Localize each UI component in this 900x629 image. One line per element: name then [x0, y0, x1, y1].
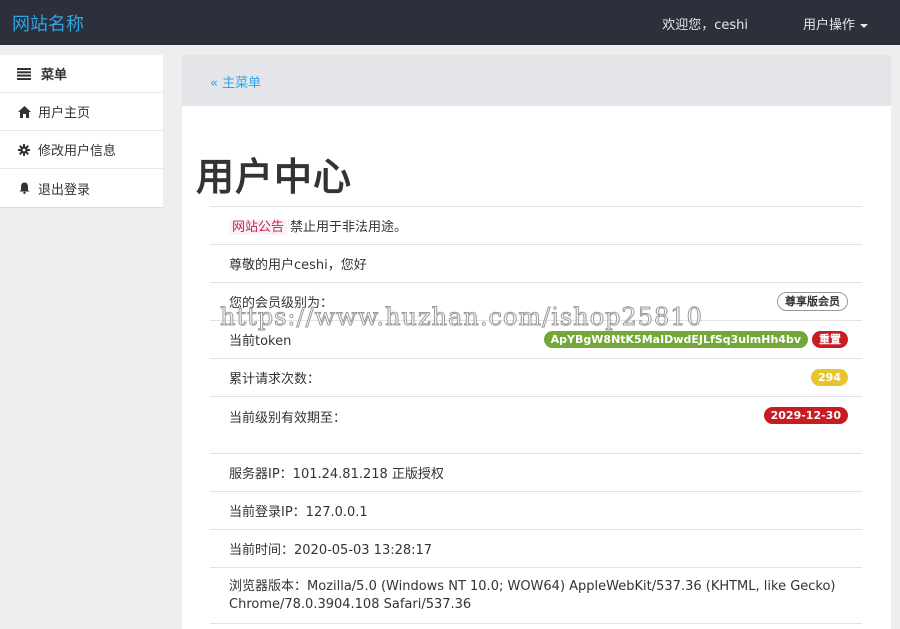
sidebar-item-logout[interactable]: 退出登录 [0, 169, 163, 207]
user-info-list: 网站公告 禁止用于非法用途。 尊敬的用户ceshi，您好 您的会员级别为： 尊享版… [210, 206, 862, 624]
token-row: 当前token ApYBgW8NtK5MaIDwdEJLfSq3ulmHh4bv… [210, 321, 862, 359]
page-title: 用户中心 [196, 155, 353, 199]
level-badge: 尊享版会员 [777, 292, 848, 311]
breadcrumb: « 主菜单 [182, 55, 891, 106]
login-ip-text: 当前登录IP：127.0.0.1 [229, 505, 368, 520]
browser-text-line2: Chrome/78.0.3904.108 Safari/537.36 [229, 596, 472, 612]
breadcrumb-main-menu-link[interactable]: « 主菜单 [210, 72, 261, 91]
current-time-text: 当前时间：2020-05-03 13:28:17 [229, 543, 433, 558]
requests-row: 累计请求次数： 294 [210, 359, 862, 397]
sidebar: 菜单 用户主页 修改用户信息 退出登录 [0, 55, 163, 208]
server-ip-text: 服务器IP：101.24.81.218 正版授权 [229, 467, 444, 482]
gear-icon [17, 143, 31, 157]
token-label: 当前token [229, 334, 292, 349]
user-actions-label: 用户操作 [802, 18, 855, 33]
menu-icon [17, 67, 31, 81]
server-ip-row: 服务器IP：101.24.81.218 正版授权 [210, 454, 862, 492]
login-ip-row: 当前登录IP：127.0.0.1 [210, 492, 862, 530]
browser-row: 浏览器版本：Mozilla/5.0 (Windows NT 10.0; WOW6… [210, 568, 862, 624]
sidebar-item-label: 用户主页 [38, 106, 91, 121]
sidebar-item-label: 修改用户信息 [38, 144, 117, 159]
expiry-badge: 2029-12-30 [763, 407, 848, 424]
notice-text: 禁止用于非法用途。 [290, 220, 408, 235]
sidebar-item-label: 退出登录 [38, 182, 91, 198]
notice-row: 网站公告 禁止用于非法用途。 [210, 207, 862, 245]
token-reset-button[interactable]: 重置 [812, 331, 848, 348]
level-label: 您的会员级别为： [229, 296, 334, 311]
token-badge: ApYBgW8NtK5MaIDwdEJLfSq3ulmHh4bv [543, 331, 808, 348]
sidebar-header: 菜单 [0, 55, 163, 93]
notice-tag: 网站公告 [229, 220, 288, 235]
user-actions-dropdown[interactable]: 用户操作 [803, 14, 868, 33]
level-row: 您的会员级别为： 尊享版会员 [210, 283, 862, 321]
expiry-label: 当前级别有效期至： [229, 411, 347, 426]
requests-badge: 294 [811, 369, 848, 386]
sidebar-item-home[interactable]: 用户主页 [0, 93, 163, 131]
main-panel: 用户中心 网站公告 禁止用于非法用途。 尊敬的用户ceshi，您好 您的会员级别为… [182, 106, 891, 629]
sidebar-header-label: 菜单 [41, 68, 68, 83]
caret-down-icon [860, 23, 868, 28]
expiry-row: 当前级别有效期至： 2029-12-30 [210, 397, 862, 454]
site-brand[interactable]: 网站名称 [12, 10, 84, 36]
greeting-row: 尊敬的用户ceshi，您好 [210, 245, 862, 283]
requests-label: 累计请求次数： [229, 372, 321, 387]
greeting-text: 尊敬的用户ceshi，您好 [229, 258, 367, 273]
welcome-text: 欢迎您，ceshi [662, 18, 748, 33]
sidebar-item-edit-profile[interactable]: 修改用户信息 [0, 131, 163, 169]
bell-icon [17, 181, 31, 195]
browser-text-line1: 浏览器版本：Mozilla/5.0 (Windows NT 10.0; WOW6… [229, 578, 836, 594]
top-navbar: 网站名称 欢迎您，ceshi 用户操作 [0, 0, 900, 45]
current-time-row: 当前时间：2020-05-03 13:28:17 [210, 530, 862, 568]
home-icon [17, 105, 31, 119]
